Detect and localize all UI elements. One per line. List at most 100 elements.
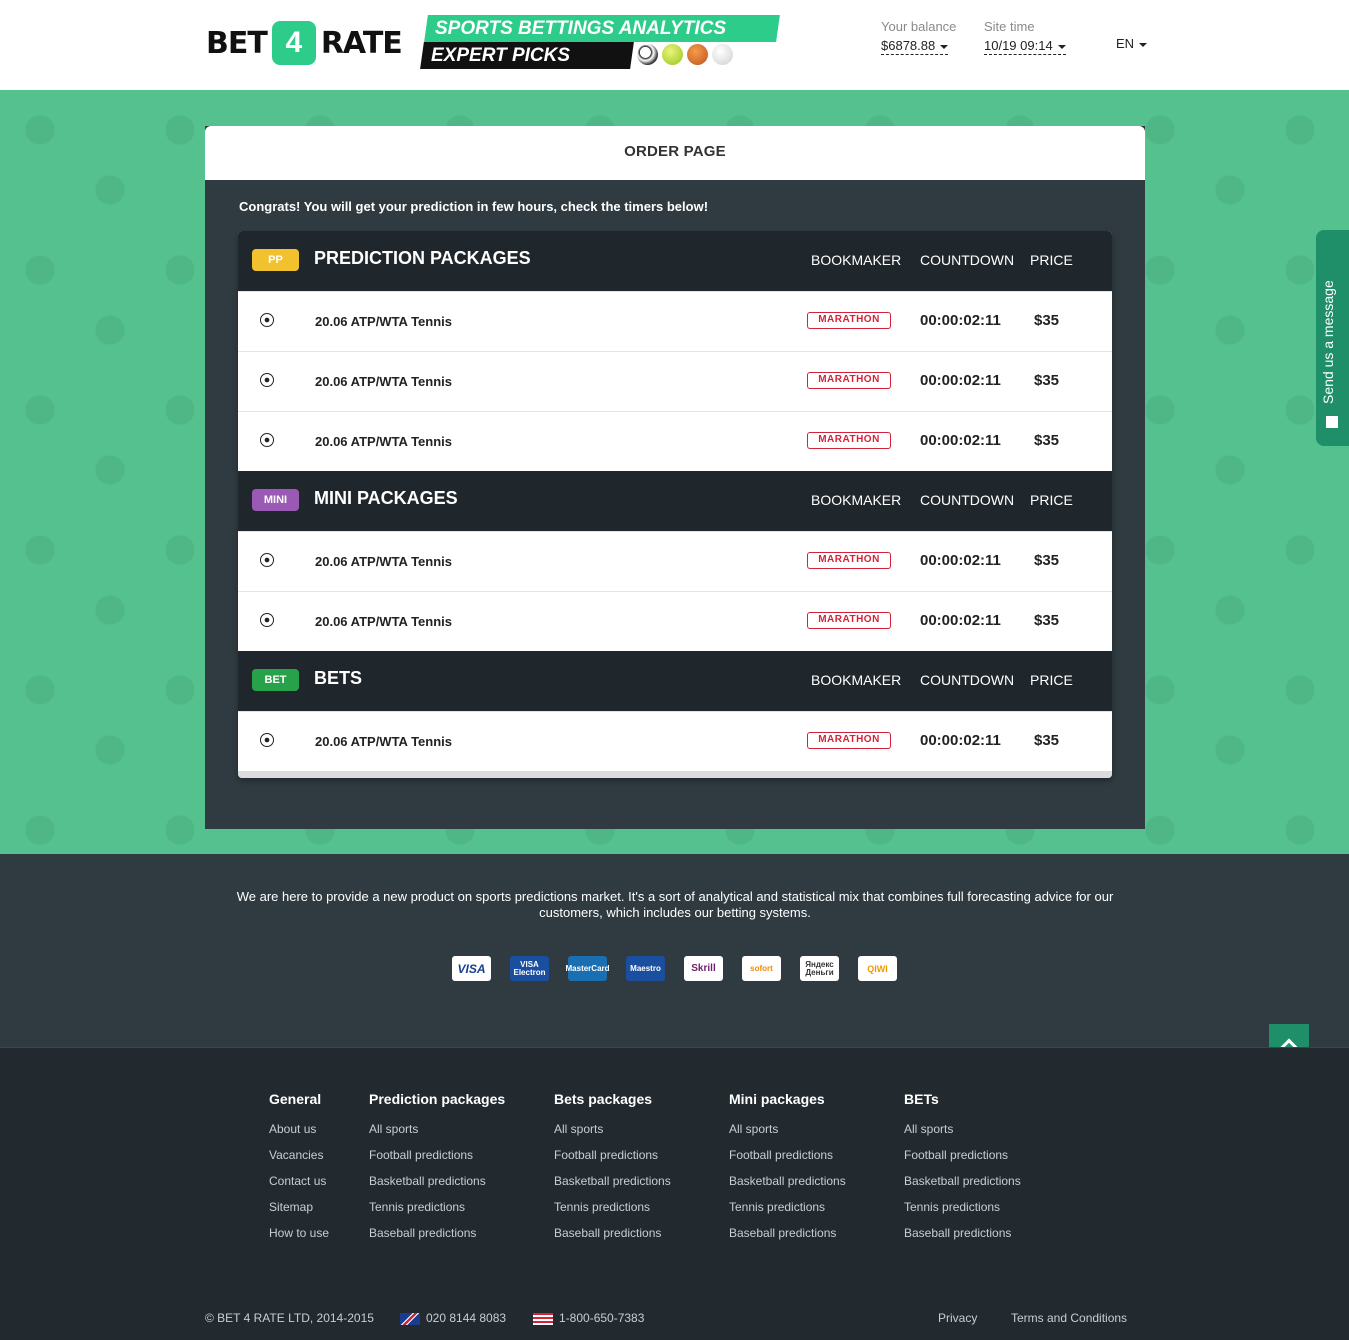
site-time-value[interactable]: 10/19 09:14 bbox=[984, 38, 1066, 55]
table-row[interactable]: 20.06 ATP/WTA Tennis MARATHON 00:00:02:1… bbox=[238, 531, 1112, 591]
footer-link[interactable]: Sitemap bbox=[269, 1200, 329, 1226]
visa-electron-icon: VISA Electron bbox=[510, 956, 549, 981]
marathon-logo[interactable]: MARATHON bbox=[807, 432, 891, 449]
section-header-mini-packages: MINI MINI PACKAGES BOOKMAKER COUNTDOWN P… bbox=[238, 471, 1112, 531]
marathon-logo[interactable]: MARATHON bbox=[807, 732, 891, 749]
footer-col-heading: General bbox=[269, 1091, 322, 1107]
footer-link[interactable]: All sports bbox=[729, 1122, 846, 1148]
row-price: $35 bbox=[1034, 552, 1060, 569]
footer-link[interactable]: Tennis predictions bbox=[904, 1200, 1021, 1226]
marathon-logo[interactable]: MARATHON bbox=[807, 552, 891, 569]
football-icon bbox=[260, 733, 274, 747]
footer-link[interactable]: Football predictions bbox=[369, 1148, 505, 1174]
privacy-link[interactable]: Privacy bbox=[938, 1311, 977, 1325]
football-icon bbox=[260, 433, 274, 447]
caret-down-icon bbox=[1139, 42, 1148, 47]
table-row[interactable]: 20.06 ATP/WTA Tennis MARATHON 00:00:02:1… bbox=[238, 711, 1112, 771]
section-header-prediction-packages: PP PREDICTION PACKAGES BOOKMAKER COUNTDO… bbox=[238, 231, 1112, 291]
envelope-icon bbox=[1326, 416, 1338, 428]
site-time-widget[interactable]: Site time 10/19 09:14 bbox=[984, 19, 1066, 55]
congrats-message: Congrats! You will get your prediction i… bbox=[239, 199, 709, 214]
col-price: PRICE bbox=[1030, 492, 1073, 508]
row-name: 20.06 ATP/WTA Tennis bbox=[315, 374, 453, 389]
phone-uk[interactable]: 020 8144 8083 bbox=[400, 1311, 506, 1325]
footer-link[interactable]: How to use bbox=[269, 1226, 329, 1252]
caret-down-icon bbox=[1057, 44, 1066, 49]
col-price: PRICE bbox=[1030, 672, 1073, 688]
footer-link[interactable]: Football predictions bbox=[729, 1148, 846, 1174]
row-price: $35 bbox=[1034, 732, 1060, 749]
terms-link[interactable]: Terms and Conditions bbox=[1011, 1311, 1127, 1325]
footer-link[interactable]: Tennis predictions bbox=[729, 1200, 846, 1226]
row-countdown: 00:00:02:11 bbox=[920, 732, 1001, 749]
row-countdown: 00:00:02:11 bbox=[920, 552, 1001, 569]
col-bookmaker: BOOKMAKER bbox=[811, 672, 902, 688]
marathon-logo[interactable]: MARATHON bbox=[807, 612, 891, 629]
tagline-banner-1: SPORTS BETTINGS ANALYTICS bbox=[424, 15, 780, 42]
copyright: © BET 4 RATE LTD, 2014-2015 bbox=[205, 1311, 374, 1325]
balance-value[interactable]: $6878.88 bbox=[881, 38, 949, 55]
site-time-label: Site time bbox=[984, 19, 1035, 34]
footer-link[interactable]: Basketball predictions bbox=[904, 1174, 1021, 1200]
row-price: $35 bbox=[1034, 312, 1060, 329]
footer-link[interactable]: All sports bbox=[904, 1122, 1021, 1148]
footer-col-general: General About us Vacancies Contact us Si… bbox=[269, 1091, 329, 1252]
section-badge: BET bbox=[252, 669, 299, 691]
footer-col-heading: Mini packages bbox=[729, 1091, 825, 1107]
row-name: 20.06 ATP/WTA Tennis bbox=[315, 314, 453, 329]
row-countdown: 00:00:02:11 bbox=[920, 312, 1001, 329]
footer-link[interactable]: Basketball predictions bbox=[369, 1174, 505, 1200]
section-title: BETS bbox=[314, 668, 363, 688]
footer-col-bets-packages: Bets packages All sports Football predic… bbox=[554, 1091, 671, 1252]
table-footer-bar bbox=[238, 771, 1112, 778]
tennis-ball-icon bbox=[662, 44, 683, 65]
footer-col-mini-packages: Mini packages All sports Football predic… bbox=[729, 1091, 846, 1252]
logo-bet: BET bbox=[206, 25, 268, 61]
footer-link[interactable]: Football predictions bbox=[554, 1148, 671, 1174]
footer-link[interactable]: Basketball predictions bbox=[729, 1174, 846, 1200]
footer-link[interactable]: Baseball predictions bbox=[369, 1226, 505, 1252]
payment-methods: VISA VISA Electron MasterCard Maestro Sk… bbox=[452, 956, 897, 981]
balance-widget[interactable]: Your balance $6878.88 bbox=[881, 19, 956, 55]
tagline-banner-2: EXPERT PICKS bbox=[420, 42, 634, 69]
table-row[interactable]: 20.06 ATP/WTA Tennis MARATHON 00:00:02:1… bbox=[238, 291, 1112, 351]
language-selector[interactable]: EN bbox=[1116, 36, 1148, 51]
footer-link[interactable]: Baseball predictions bbox=[904, 1226, 1021, 1252]
orders-table: PP PREDICTION PACKAGES BOOKMAKER COUNTDO… bbox=[238, 231, 1112, 778]
footer-col-heading: Bets packages bbox=[554, 1091, 653, 1107]
phone-us[interactable]: 1-800-650-7383 bbox=[533, 1311, 644, 1325]
footer-link[interactable]: Basketball predictions bbox=[554, 1174, 671, 1200]
yandex-money-icon: Яндекс Деньги bbox=[800, 956, 839, 981]
footer-link[interactable]: Vacancies bbox=[269, 1148, 329, 1174]
us-flag-icon bbox=[533, 1312, 553, 1325]
mastercard-icon: MasterCard bbox=[566, 956, 610, 981]
marathon-logo[interactable]: MARATHON bbox=[807, 312, 891, 329]
footer-link[interactable]: Tennis predictions bbox=[369, 1200, 505, 1226]
send-message-tab[interactable]: Send us a message bbox=[1316, 230, 1349, 446]
site-logo[interactable]: BET 4 RATE bbox=[206, 20, 403, 66]
footer-link[interactable]: Tennis predictions bbox=[554, 1200, 671, 1226]
footer-link[interactable]: About us bbox=[269, 1122, 329, 1148]
row-name: 20.06 ATP/WTA Tennis bbox=[315, 434, 453, 449]
sofort-icon: sofort bbox=[742, 956, 781, 981]
section-badge: MINI bbox=[252, 489, 299, 511]
uk-flag-icon bbox=[400, 1312, 420, 1325]
footer-link[interactable]: Baseball predictions bbox=[729, 1226, 846, 1252]
tagline-1: SPORTS BETTINGS ANALYTICS bbox=[435, 18, 727, 39]
football-icon bbox=[260, 613, 274, 627]
table-row[interactable]: 20.06 ATP/WTA Tennis MARATHON 00:00:02:1… bbox=[238, 411, 1112, 471]
table-row[interactable]: 20.06 ATP/WTA Tennis MARATHON 00:00:02:1… bbox=[238, 351, 1112, 411]
footer-about-text: We are here to provide a new product on … bbox=[236, 889, 1114, 920]
footer-link[interactable]: Football predictions bbox=[904, 1148, 1021, 1174]
footer-link[interactable]: All sports bbox=[369, 1122, 505, 1148]
footer-links-area bbox=[0, 1047, 1349, 1340]
footer-col-heading: BETs bbox=[904, 1091, 939, 1107]
marathon-logo[interactable]: MARATHON bbox=[807, 372, 891, 389]
table-row[interactable]: 20.06 ATP/WTA Tennis MARATHON 00:00:02:1… bbox=[238, 591, 1112, 651]
row-name: 20.06 ATP/WTA Tennis bbox=[315, 614, 453, 629]
footer-link[interactable]: Baseball predictions bbox=[554, 1226, 671, 1252]
footer-link[interactable]: All sports bbox=[554, 1122, 671, 1148]
row-name: 20.06 ATP/WTA Tennis bbox=[315, 554, 453, 569]
footer-link[interactable]: Contact us bbox=[269, 1174, 329, 1200]
row-price: $35 bbox=[1034, 612, 1060, 629]
